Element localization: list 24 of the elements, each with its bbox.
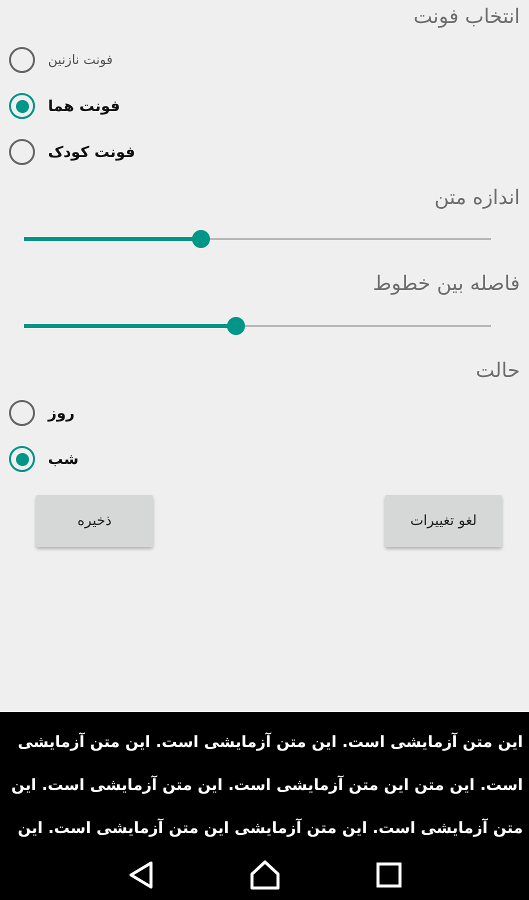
preview-text-line: متن آزمایشی است. این متن آزمایشی این متن آزمایشی است. این (16, 817, 523, 839)
slider-thumb[interactable] (227, 317, 246, 335)
preview-text-line: است. این متن این متن آزمایشی است. این متن آزمایشی است. این (10, 774, 523, 796)
radio-button[interactable] (9, 446, 35, 472)
radio-button[interactable] (9, 400, 35, 426)
section-heading: اندازه متن (434, 184, 520, 211)
radio-label: فونت کودک (48, 143, 136, 161)
radio-button[interactable] (9, 93, 35, 119)
radio-label: فونت نازنین (48, 52, 113, 68)
section-heading: حالت (476, 357, 520, 384)
slider-thumb[interactable] (192, 230, 210, 248)
cancel-changes-button[interactable]: لغو تغییرات (385, 495, 502, 547)
section-heading: انتخاب فونت (414, 3, 520, 30)
radio-label: فونت هما (48, 97, 120, 115)
save-button[interactable]: ذخیره (36, 495, 153, 547)
radio-label: روز (48, 404, 75, 422)
section-heading: فاصله بین خطوط (372, 270, 520, 297)
preview-text-line: این متن آزمایشی است. این متن آزمایشی است. این متن آزمایشی (16, 731, 523, 753)
radio-button[interactable] (9, 47, 35, 73)
radio-label: شب (48, 450, 79, 468)
radio-button[interactable] (9, 139, 35, 165)
home-icon[interactable] (248, 860, 280, 890)
back-icon[interactable] (128, 861, 154, 889)
recent-apps-icon[interactable] (376, 862, 402, 888)
